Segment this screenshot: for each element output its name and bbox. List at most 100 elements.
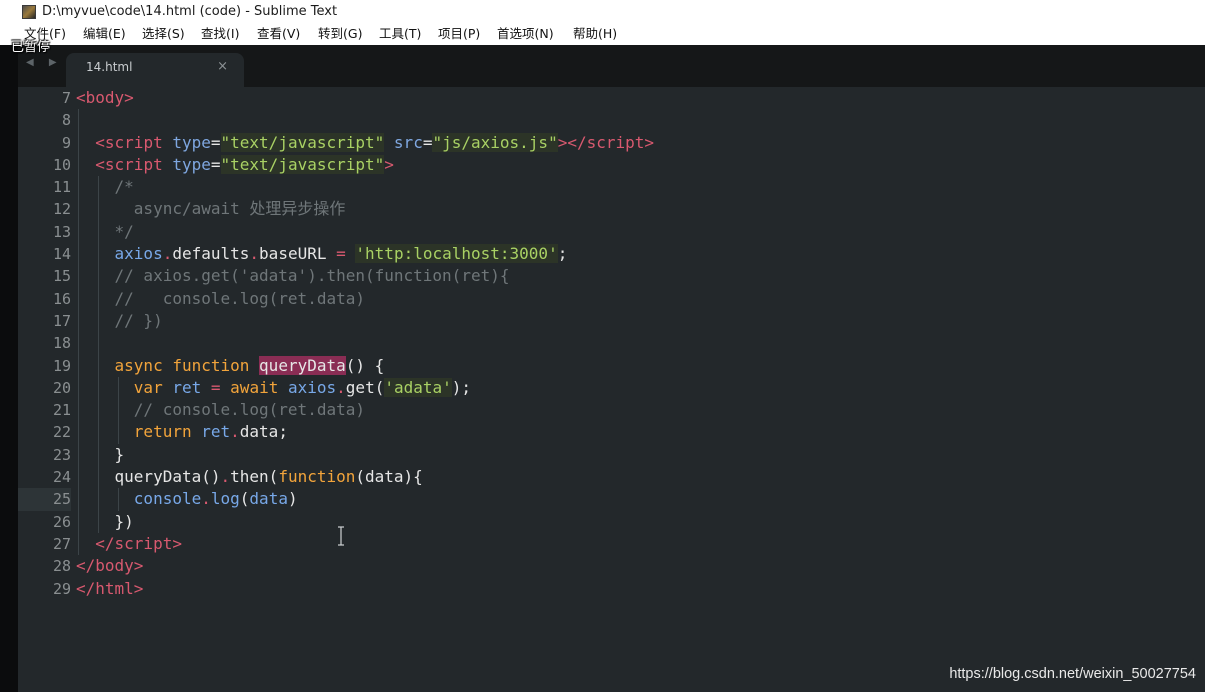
sublime-app-icon [22, 4, 36, 19]
line-number: 8 [61, 111, 71, 130]
code-token: . [230, 422, 240, 442]
code-line[interactable]: 20 var ret = await axios.get('adata'); [18, 376, 1205, 400]
code-token: (data){ [355, 467, 423, 487]
code-line[interactable]: 16 // console.log(ret.data) [18, 287, 1205, 310]
code-line[interactable]: 14 axios.defaults.baseURL = 'http:localh… [18, 243, 1205, 266]
code-line[interactable]: 12 async/await 处理异步操作 [18, 198, 1205, 221]
code-line[interactable]: 29 </html> [18, 578, 1205, 600]
code-line[interactable]: 24 queryData().then(function(data){ [18, 466, 1205, 489]
code-token: // console.log(ret.data) [133, 400, 365, 420]
code-token: axios [287, 377, 337, 397]
line-number: 28 [52, 557, 71, 576]
left-edge-strip [0, 45, 18, 692]
code-token: // }) [114, 310, 163, 330]
tab-nav-arrows-icon[interactable]: ◀ ▶ [26, 57, 63, 68]
code-line[interactable]: 22 return ret.data; [18, 421, 1205, 444]
code-line[interactable]: 11 /* [18, 176, 1205, 199]
code-line[interactable]: 27 </script> [18, 532, 1205, 556]
code-text: <body> [76, 87, 134, 109]
code-token: 'http:localhost:3000' [355, 244, 558, 264]
code-token: </ [76, 578, 96, 598]
code-text: }) [76, 511, 134, 533]
line-number: 16 [52, 289, 71, 308]
code-text: // console.log(ret.data) [76, 399, 365, 421]
code-line[interactable]: 28 </body> [18, 555, 1205, 577]
code-token: script [114, 533, 173, 553]
menu-find[interactable]: 查找(I) [201, 23, 239, 45]
tab-close-icon[interactable]: × [217, 59, 228, 74]
code-line[interactable]: 19 async function queryData() { [18, 354, 1205, 377]
tab-14-html[interactable]: 14.html × [66, 53, 244, 87]
code-token: < [76, 88, 86, 107]
code-text: } [76, 444, 125, 466]
code-line[interactable]: 25 console.log(data) [18, 488, 1205, 511]
menu-project[interactable]: 项目(P) [438, 23, 480, 45]
code-token: html [95, 578, 134, 598]
code-text: axios.defaults.baseURL = 'http:localhost… [76, 243, 567, 265]
code-line[interactable]: 21 // console.log(ret.data) [18, 399, 1205, 422]
code-token: = [210, 377, 221, 397]
line-number: 7 [61, 89, 71, 107]
code-line[interactable]: 15 // axios.get('adata').then(function(r… [18, 265, 1205, 288]
code-line[interactable]: 26 }) [18, 510, 1205, 533]
code-token: > [172, 533, 182, 553]
code-token: > [384, 154, 394, 174]
code-text: var ret = await axios.get('adata'); [76, 377, 471, 399]
tab-bar: ◀ ▶ 14.html × [18, 45, 1205, 87]
code-line[interactable]: 23 } [18, 443, 1205, 467]
line-number: 19 [52, 356, 71, 375]
code-token: . [220, 467, 231, 487]
menu-bar: 文件(F) 编辑(E) 选择(S) 查找(I) 查看(V) 转到(G) 工具(T… [0, 23, 1205, 45]
tab-label: 14.html [86, 60, 133, 74]
code-text: <script type="text/javascript"> [76, 154, 394, 176]
code-line[interactable]: 9 <script type="text/javascript" src="js… [18, 131, 1205, 154]
code-editor[interactable]: 7 <body> 8 9 <script type="text/javascript"… [18, 87, 1205, 692]
menu-goto[interactable]: 转到(G) [318, 23, 362, 45]
indent-guide [78, 332, 79, 355]
code-token: . [201, 489, 211, 509]
code-token: /* [114, 177, 134, 197]
window-title: D:\myvue\code\14.html (code) - Sublime T… [42, 4, 338, 19]
menu-edit[interactable]: 编辑(E) [83, 23, 126, 45]
menu-preferences[interactable]: 首选项(N) [497, 23, 554, 45]
code-line[interactable]: 10 <script type="text/javascript"> [18, 153, 1205, 177]
code-token: ></ [557, 132, 587, 152]
code-text: </html> [76, 578, 143, 600]
code-line[interactable]: 13 */ [18, 220, 1205, 244]
code-token: data; [239, 422, 288, 442]
code-line[interactable]: 18 [18, 332, 1205, 355]
paused-overlay-label: 已暂停 [11, 40, 51, 55]
line-number: 25 [18, 488, 71, 511]
code-text: return ret.data; [76, 421, 288, 443]
code-token: script [104, 132, 163, 152]
menu-selection[interactable]: 选择(S) [142, 23, 185, 45]
line-number: 10 [52, 155, 71, 174]
line-number: 14 [52, 245, 71, 264]
code-token: get( [345, 377, 385, 397]
code-line[interactable]: 7 <body> [18, 87, 1205, 109]
code-token: defaults [172, 244, 250, 264]
code-token: = [210, 132, 221, 152]
sublime-window: D:\myvue\code\14.html (code) - Sublime T… [0, 0, 1205, 692]
code-line[interactable]: 17 // }) [18, 309, 1205, 333]
code-token: "js/axios.js" [432, 132, 558, 152]
code-token: () { [345, 355, 385, 375]
menu-tools[interactable]: 工具(T) [379, 23, 421, 45]
code-token: src [393, 132, 423, 152]
line-number: 21 [52, 401, 71, 420]
code-line[interactable]: 8 [18, 109, 1205, 132]
code-token: = [336, 244, 346, 264]
menu-view[interactable]: 查看(V) [257, 23, 300, 45]
code-token: > [133, 578, 144, 598]
menu-help[interactable]: 帮助(H) [573, 23, 617, 45]
